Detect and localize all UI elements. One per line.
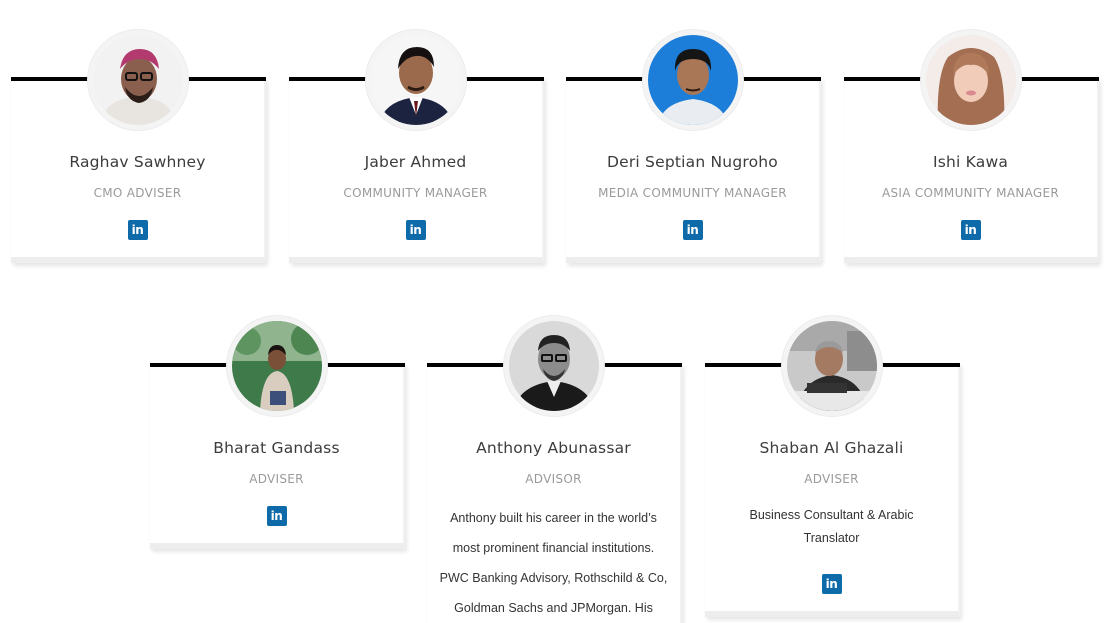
avatar xyxy=(503,316,604,416)
member-role: ADVISOR xyxy=(525,472,582,486)
member-name: Bharat Gandass xyxy=(213,439,340,457)
team-section: Raghav Sawhney CMO ADVISER in Jaber Ahme… xyxy=(0,0,1118,623)
avatar xyxy=(226,316,327,416)
member-name: Jaber Ahmed xyxy=(364,153,467,171)
avatar xyxy=(781,316,882,416)
member-name: Deri Septian Nugroho xyxy=(606,153,778,171)
member-bio: Business Consultant & Arabic Translator xyxy=(749,508,914,545)
linkedin-icon[interactable]: in xyxy=(266,506,287,526)
linkedin-icon[interactable]: in xyxy=(821,574,842,594)
member-role: MEDIA COMMUNITY MANAGER xyxy=(598,186,787,200)
team-card: Deri Septian Nugroho MEDIA COMMUNITY MAN… xyxy=(566,30,821,263)
member-name: Shaban Al Ghazali xyxy=(759,439,904,457)
member-role: ASIA COMMUNITY MANAGER xyxy=(881,186,1060,200)
team-card: Raghav Sawhney CMO ADVISER in xyxy=(11,30,266,263)
member-bio: Anthony built his career in the world’s … xyxy=(439,511,668,615)
team-card: Anthony Abunassar ADVISOR Anthony built … xyxy=(427,316,682,623)
member-name: Raghav Sawhney xyxy=(69,153,206,171)
linkedin-icon[interactable]: in xyxy=(960,220,981,240)
avatar xyxy=(87,30,188,130)
linkedin-icon[interactable]: in xyxy=(127,220,148,240)
member-name: Ishi Kawa xyxy=(932,153,1009,171)
avatar xyxy=(920,30,1021,130)
member-role: ADVISER xyxy=(249,472,304,486)
member-role: COMMUNITY MANAGER xyxy=(343,186,488,200)
avatar xyxy=(642,30,743,130)
linkedin-icon[interactable]: in xyxy=(405,220,426,240)
team-card: Shaban Al Ghazali ADVISER Business Consu… xyxy=(705,316,960,617)
team-card: Bharat Gandass ADVISER in xyxy=(150,316,405,549)
member-role: CMO ADVISER xyxy=(93,186,182,200)
member-name: Anthony Abunassar xyxy=(476,439,631,457)
team-card: Jaber Ahmed COMMUNITY MANAGER in xyxy=(289,30,544,263)
linkedin-icon[interactable]: in xyxy=(682,220,703,240)
avatar xyxy=(365,30,466,130)
member-role: ADVISER xyxy=(804,472,859,486)
team-card: Ishi Kawa ASIA COMMUNITY MANAGER in xyxy=(844,30,1099,263)
